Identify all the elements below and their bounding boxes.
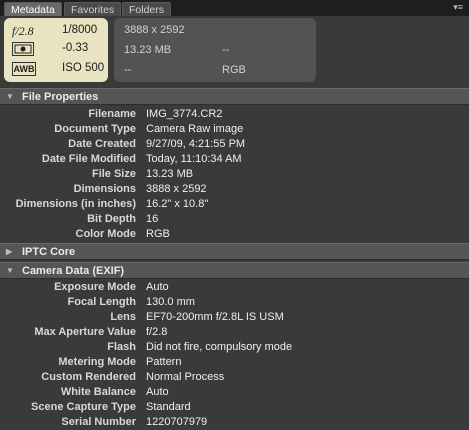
metadata-row: Color Mode RGB <box>0 227 469 242</box>
field-value: RGB <box>146 228 170 240</box>
field-label: Dimensions (in inches) <box>15 198 136 210</box>
metadata-row: Custom Rendered Normal Process <box>0 370 469 385</box>
section-title: IPTC Core <box>22 246 76 258</box>
field-value: 16 <box>146 213 159 225</box>
field-label: Flash <box>107 341 136 353</box>
field-label: Date Created <box>68 138 136 150</box>
metadata-row: Flash Did not fire, compulsory mode <box>0 340 469 355</box>
field-value: Standard <box>146 401 191 413</box>
camera-settings-placard: f/2.8 1/8000 -0.33 AWB ISO 500 <box>4 18 108 82</box>
metadata-row: Filename IMG_3774.CR2 <box>0 107 469 122</box>
metadata-row: Dimensions (in inches) 16.2" x 10.8" <box>0 197 469 212</box>
panel-menu-icon[interactable]: ▾≡ <box>453 2 463 13</box>
field-label: Date File Modified <box>41 153 136 165</box>
white-balance-badge: AWB <box>12 62 36 76</box>
field-label: Max Aperture Value <box>34 326 136 338</box>
field-value: EF70-200mm f/2.8L IS USM <box>146 311 284 323</box>
section-title: Camera Data (EXIF) <box>22 265 125 277</box>
collapsed-triangle-icon: ▶ <box>6 247 13 256</box>
field-value: IMG_3774.CR2 <box>146 108 223 120</box>
field-label: White Balance <box>60 386 136 398</box>
field-value: Camera Raw image <box>146 123 244 135</box>
section-title: File Properties <box>22 91 99 103</box>
metadata-row: Date File Modified Today, 11:10:34 AM <box>0 152 469 167</box>
field-label: Color Mode <box>75 228 137 240</box>
field-value: f/2.8 <box>146 326 168 338</box>
metadata-row: Max Aperture Value f/2.8 <box>0 325 469 340</box>
field-label: Custom Rendered <box>41 371 136 383</box>
field-label: Lens <box>110 311 136 323</box>
field-label: Filename <box>88 108 136 120</box>
tab-metadata[interactable]: Metadata <box>4 2 62 16</box>
field-value: 16.2" x 10.8" <box>146 198 209 210</box>
field-label: Document Type <box>54 123 136 135</box>
camera-data-list: Exposure Mode Auto Focal Length 130.0 mm L… <box>0 280 469 430</box>
field-value: 130.0 mm <box>146 296 195 308</box>
exposure-compensation-value: -0.33 <box>62 42 89 54</box>
tab-favorites[interactable]: Favorites <box>64 2 122 16</box>
metadata-row: Document Type Camera Raw image <box>0 122 469 137</box>
expanded-triangle-icon: ▼ <box>6 266 14 275</box>
section-camera-data[interactable]: ▼ Camera Data (EXIF) <box>0 262 469 279</box>
metadata-row: Metering Mode Pattern <box>0 355 469 370</box>
metadata-row: Scene Capture Type Standard <box>0 400 469 415</box>
section-iptc-core[interactable]: ▶ IPTC Core <box>0 243 469 260</box>
field-value: Auto <box>146 281 169 293</box>
field-value: Pattern <box>146 356 182 368</box>
field-value: Auto <box>146 386 169 398</box>
summary-dimensions: 3888 x 2592 <box>124 24 185 36</box>
panel-tab-bar: Metadata Favorites Folders ▾≡ <box>0 0 469 16</box>
file-properties-list: Filename IMG_3774.CR2 Document Type Camera… <box>0 107 469 242</box>
expanded-triangle-icon: ▼ <box>6 92 14 101</box>
field-label: Bit Depth <box>87 213 136 225</box>
field-label: File Size <box>91 168 136 180</box>
metadata-row: File Size 13.23 MB <box>0 167 469 182</box>
metadata-row: Lens EF70-200mm f/2.8L IS USM <box>0 310 469 325</box>
field-value: 13.23 MB <box>146 168 194 180</box>
summary-placeholder: -- <box>124 64 132 76</box>
shutter-speed-value: 1/8000 <box>62 24 98 36</box>
iso-value: ISO 500 <box>62 62 105 74</box>
summary-placeholder: -- <box>222 44 230 56</box>
aperture-value: f/2.8 <box>12 24 34 38</box>
metadata-row: White Balance Auto <box>0 385 469 400</box>
tab-folders[interactable]: Folders <box>122 2 172 16</box>
metadata-row: Date Created 9/27/09, 4:21:55 PM <box>0 137 469 152</box>
metadata-row: Dimensions 3888 x 2592 <box>0 182 469 197</box>
metadata-row: Focal Length 130.0 mm <box>0 295 469 310</box>
field-label: Metering Mode <box>58 356 136 368</box>
field-value: Did not fire, compulsory mode <box>146 341 293 353</box>
metering-pattern-icon <box>12 42 34 56</box>
field-label: Scene Capture Type <box>31 401 136 413</box>
field-value: 9/27/09, 4:21:55 PM <box>146 138 246 150</box>
metadata-summary: f/2.8 1/8000 -0.33 AWB ISO 500 3888 x 25… <box>0 16 469 86</box>
metadata-row: Exposure Mode Auto <box>0 280 469 295</box>
field-value: 3888 x 2592 <box>146 183 207 195</box>
field-label: Focal Length <box>67 296 136 308</box>
field-value: Normal Process <box>146 371 225 383</box>
metadata-row: Bit Depth 16 <box>0 212 469 227</box>
field-label: Dimensions <box>73 183 136 195</box>
section-file-properties[interactable]: ▼ File Properties <box>0 88 469 105</box>
summary-color-mode: RGB <box>222 64 246 76</box>
file-summary-placard: 3888 x 2592 13.23 MB -- -- RGB <box>114 18 316 82</box>
field-label: Exposure Mode <box>54 281 136 293</box>
field-value: Today, 11:10:34 AM <box>146 153 242 165</box>
summary-file-size: 13.23 MB <box>124 44 172 56</box>
